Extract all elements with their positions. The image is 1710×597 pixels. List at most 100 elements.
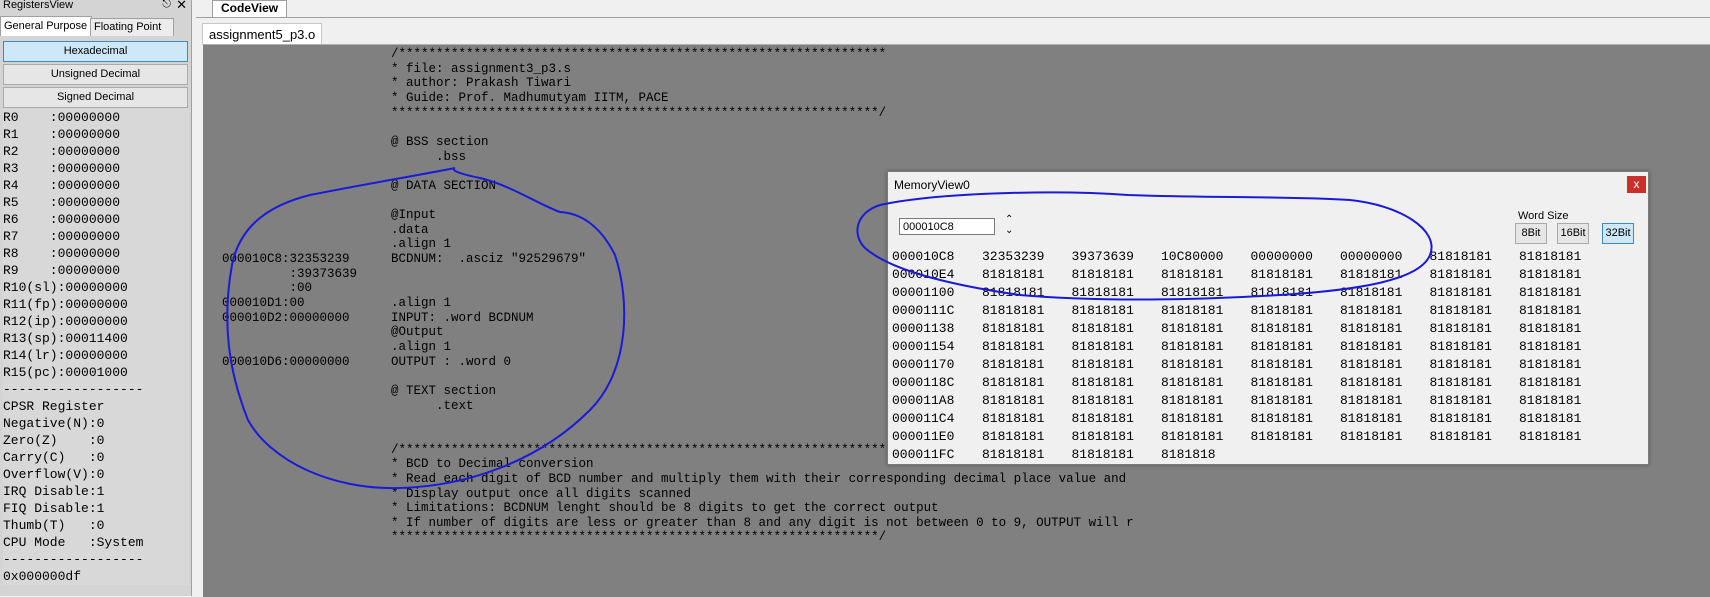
memory-word[interactable]: 81818181 <box>1072 393 1134 408</box>
memory-word[interactable]: 81818181 <box>1072 357 1134 372</box>
memory-word[interactable]: 00000000 <box>1251 249 1313 264</box>
memory-word[interactable]: 81818181 <box>1340 267 1402 282</box>
memory-word[interactable]: 81818181 <box>1519 267 1581 282</box>
memory-word[interactable]: 81818181 <box>1161 411 1223 426</box>
memory-word[interactable]: 81818181 <box>1519 375 1581 390</box>
memory-word[interactable]: 81818181 <box>1251 303 1313 318</box>
memory-word[interactable]: 81818181 <box>1519 339 1581 354</box>
code-line: BCDNUM: .asciz "92529679" <box>391 252 587 267</box>
memory-word[interactable]: 81818181 <box>982 447 1044 462</box>
tab-codeview[interactable]: CodeView <box>212 0 288 17</box>
memory-word[interactable]: 81818181 <box>1430 411 1492 426</box>
memory-word[interactable]: 81818181 <box>1430 357 1492 372</box>
memory-word[interactable]: 81818181 <box>1161 429 1223 444</box>
memory-word[interactable]: 81818181 <box>1251 375 1313 390</box>
memory-word[interactable]: 81818181 <box>1519 411 1581 426</box>
memory-word[interactable]: 81818181 <box>1161 357 1223 372</box>
memory-word[interactable]: 81818181 <box>982 357 1044 372</box>
memory-word[interactable]: 81818181 <box>1430 249 1492 264</box>
memory-word[interactable]: 81818181 <box>1340 429 1402 444</box>
spin-up-icon[interactable]: ⌃ <box>1005 214 1013 225</box>
spin-down-icon[interactable]: ⌄ <box>1005 225 1013 236</box>
memory-word[interactable]: 81818181 <box>1519 321 1581 336</box>
pin-icon[interactable]: ⎋ <box>162 0 171 10</box>
memory-word[interactable]: 81818181 <box>1519 429 1581 444</box>
memory-word[interactable]: 81818181 <box>982 393 1044 408</box>
memory-word[interactable]: 81818181 <box>1340 321 1402 336</box>
signed-decimal-button[interactable]: Signed Decimal <box>3 87 188 108</box>
memory-word[interactable]: 81818181 <box>982 429 1044 444</box>
memory-word[interactable]: 81818181 <box>1519 249 1581 264</box>
memory-word[interactable]: 81818181 <box>1072 411 1134 426</box>
memory-word[interactable]: 81818181 <box>1251 357 1313 372</box>
memory-word[interactable]: 81818181 <box>1072 339 1134 354</box>
memory-word[interactable]: 81818181 <box>1430 393 1492 408</box>
memory-word[interactable]: 81818181 <box>982 303 1044 318</box>
memory-word[interactable]: 81818181 <box>1161 393 1223 408</box>
memory-word[interactable]: 81818181 <box>1161 375 1223 390</box>
memory-word[interactable]: 81818181 <box>1072 375 1134 390</box>
memory-word[interactable]: 81818181 <box>1340 393 1402 408</box>
memory-word[interactable]: 81818181 <box>1251 285 1313 300</box>
memory-word[interactable]: 81818181 <box>982 267 1044 282</box>
memory-word[interactable]: 81818181 <box>1519 357 1581 372</box>
memory-word[interactable]: 81818181 <box>1161 303 1223 318</box>
memory-word[interactable]: 81818181 <box>1251 267 1313 282</box>
memory-word[interactable]: 39373639 <box>1072 249 1134 264</box>
memory-word[interactable]: 81818181 <box>1251 321 1313 336</box>
memory-word[interactable]: 81818181 <box>1161 321 1223 336</box>
memory-word[interactable]: 10C80000 <box>1161 249 1223 264</box>
file-tab[interactable]: assignment5_p3.o <box>202 23 323 45</box>
memory-word[interactable]: 81818181 <box>982 285 1044 300</box>
memory-word[interactable]: 81818181 <box>1340 411 1402 426</box>
memory-word[interactable]: 81818181 <box>1072 303 1134 318</box>
memory-word[interactable]: 81818181 <box>1251 393 1313 408</box>
memory-word[interactable]: 81818181 <box>1340 339 1402 354</box>
close-icon[interactable]: ✕ <box>176 0 187 11</box>
memory-grid[interactable]: 000010C8 32353239 39373639 10C80000 00000000… <box>889 245 1646 462</box>
memory-word[interactable]: 81818181 <box>1519 303 1581 318</box>
memory-word[interactable]: 81818181 <box>1430 267 1492 282</box>
memory-word[interactable]: 81818181 <box>1430 303 1492 318</box>
memory-word[interactable]: 8181818 <box>1161 447 1216 462</box>
memory-word[interactable]: 81818181 <box>1430 375 1492 390</box>
memory-word[interactable]: 81818181 <box>1430 339 1492 354</box>
memory-word[interactable]: 81818181 <box>1340 375 1402 390</box>
memory-word[interactable]: 81818181 <box>1430 285 1492 300</box>
memory-word[interactable]: 81818181 <box>982 375 1044 390</box>
memory-view-close-button[interactable]: x <box>1627 176 1646 193</box>
memory-word[interactable]: 81818181 <box>1340 357 1402 372</box>
memory-word[interactable]: 81818181 <box>1519 285 1581 300</box>
memory-word[interactable]: 81818181 <box>1072 447 1134 462</box>
memory-word[interactable]: 81818181 <box>1251 411 1313 426</box>
memory-word[interactable]: 81818181 <box>1430 321 1492 336</box>
memory-word[interactable]: 81818181 <box>1072 267 1134 282</box>
registers-titlebar: RegistersView ⎋ ✕ <box>0 0 191 12</box>
memory-word[interactable]: 81818181 <box>982 339 1044 354</box>
memory-word[interactable]: 81818181 <box>1161 285 1223 300</box>
memory-word[interactable]: 32353239 <box>982 249 1044 264</box>
hexadecimal-button[interactable]: Hexadecimal <box>3 41 188 62</box>
tab-floating-point[interactable]: Floating Point <box>90 18 174 36</box>
word-size-16bit-button[interactable]: 16Bit <box>1557 223 1589 244</box>
memory-word[interactable]: 81818181 <box>982 411 1044 426</box>
address-spinner[interactable]: ⌃ ⌄ <box>1005 214 1013 236</box>
word-size-32bit-button[interactable]: 32Bit <box>1602 223 1634 244</box>
memory-word[interactable]: 81818181 <box>982 321 1044 336</box>
memory-word[interactable]: 81818181 <box>1340 285 1402 300</box>
memory-word[interactable]: 81818181 <box>1251 429 1313 444</box>
memory-word[interactable]: 81818181 <box>1430 429 1492 444</box>
memory-address-input[interactable] <box>899 218 995 235</box>
tab-general-purpose[interactable]: General Purpose <box>0 16 92 36</box>
memory-word[interactable]: 81818181 <box>1251 339 1313 354</box>
memory-word[interactable]: 81818181 <box>1072 321 1134 336</box>
memory-word[interactable]: 00000000 <box>1340 249 1402 264</box>
memory-word[interactable]: 81818181 <box>1072 285 1134 300</box>
memory-word[interactable]: 81818181 <box>1161 339 1223 354</box>
memory-word[interactable]: 81818181 <box>1161 267 1223 282</box>
word-size-8bit-button[interactable]: 8Bit <box>1515 223 1547 244</box>
unsigned-decimal-button[interactable]: Unsigned Decimal <box>3 64 188 85</box>
memory-word[interactable]: 81818181 <box>1072 429 1134 444</box>
memory-word[interactable]: 81818181 <box>1340 303 1402 318</box>
memory-word[interactable]: 81818181 <box>1519 393 1581 408</box>
